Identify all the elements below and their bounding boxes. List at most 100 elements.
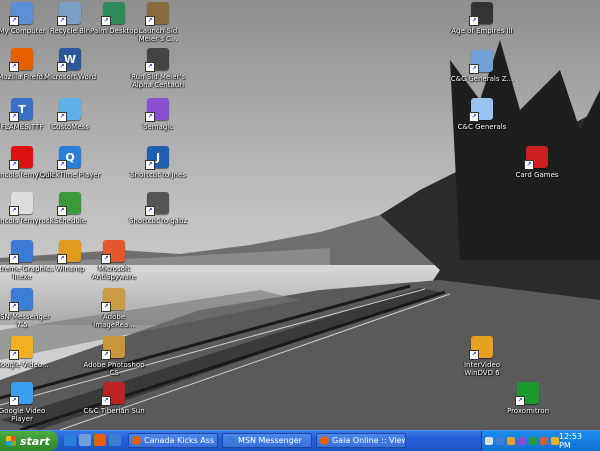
desktop-icon-imageready[interactable]: ↗ Adobe ImageRea... bbox=[82, 288, 146, 329]
taskbar-button-msn-messenger[interactable]: MSN Messenger bbox=[222, 433, 312, 448]
taskbar-button-firefox-canada[interactable]: Canada Kicks Ass - Y... bbox=[128, 433, 218, 448]
clock[interactable]: 12:53 PM bbox=[559, 432, 594, 450]
desktop-icon-label: Card Games bbox=[515, 171, 559, 179]
desktop-icon-age-of-empires[interactable]: ↗ Age of Empires III bbox=[450, 2, 514, 35]
winamp-icon: ↗ bbox=[57, 240, 81, 264]
desktop-icon-label: Winamp bbox=[55, 265, 85, 273]
shortcut-arrow-icon: ↗ bbox=[101, 254, 111, 264]
civ-icon: ↗ bbox=[145, 2, 169, 26]
photoshop-icon: ↗ bbox=[101, 336, 125, 360]
alpha-centauri-icon: ↗ bbox=[145, 48, 169, 72]
desktop-icon-messenger[interactable]: ↗ CustoMess bbox=[38, 98, 102, 131]
tray-app-icon[interactable] bbox=[540, 437, 548, 445]
shortcut-arrow-icon: ↗ bbox=[57, 254, 67, 264]
desktop-icon-semagic[interactable]: ↗ Semagic bbox=[126, 98, 190, 131]
tray-app-icon[interactable] bbox=[529, 437, 537, 445]
tray-app-icon[interactable] bbox=[518, 437, 526, 445]
firefox-icon bbox=[320, 436, 329, 445]
tray-app-icon[interactable] bbox=[507, 437, 515, 445]
desktop-icon-tiberian-sun[interactable]: ↗ C&C Tiberian Sun bbox=[82, 382, 146, 415]
desktop-icon-label: Schedule bbox=[53, 217, 87, 225]
semagic-icon: ↗ bbox=[145, 98, 169, 122]
desktop-icon-card-games[interactable]: ↗ Card Games bbox=[505, 146, 569, 179]
card-games-icon: ↗ bbox=[524, 146, 548, 170]
quicktime-icon: Q ↗ bbox=[57, 146, 81, 170]
desktop-icon-alpha-centauri[interactable]: ↗ Run Sid Meier's Alpha Centauri bbox=[126, 48, 190, 89]
shortcut-arrow-icon: ↗ bbox=[9, 350, 19, 360]
firefox-quicklaunch-icon[interactable] bbox=[94, 434, 106, 446]
word-icon: W ↗ bbox=[57, 48, 81, 72]
google-video-player-icon: ↗ bbox=[9, 382, 33, 406]
desktop-icon-antispyware[interactable]: ↗ Microsoft AntiSpyware bbox=[82, 240, 146, 281]
msn-quicklaunch-icon[interactable] bbox=[109, 434, 121, 446]
shortcut-arrow-icon: ↗ bbox=[9, 254, 19, 264]
desktop-icon-label: Microsoft AntiSpyware bbox=[92, 265, 136, 281]
desktop-icon-label: Google Video... bbox=[0, 361, 49, 369]
shortcut-arrow-icon: ↗ bbox=[57, 160, 67, 170]
tiberian-sun-icon: ↗ bbox=[101, 382, 125, 406]
text-file-icon: ↗ bbox=[9, 192, 33, 216]
start-button[interactable]: start bbox=[0, 431, 58, 451]
desktop-icon-label: MSN Messenger 7.5 bbox=[0, 313, 50, 329]
taskbar-button-label: Gaia Online :: View F... bbox=[332, 436, 405, 445]
shortcut-arrow-icon: ↗ bbox=[9, 62, 19, 72]
tray-arrow-icon[interactable] bbox=[485, 437, 493, 445]
antispyware-icon: ↗ bbox=[101, 240, 125, 264]
shortcut-arrow-icon: ↗ bbox=[145, 112, 155, 122]
system-tray: 12:53 PM bbox=[481, 431, 600, 451]
desktop-icon-google-video-player[interactable]: ↗ Google Video Player bbox=[0, 382, 54, 423]
desktop-icon-schedule[interactable]: ↗ Schedule bbox=[38, 192, 102, 225]
shortcut-arrow-icon: ↗ bbox=[145, 16, 155, 26]
start-label: start bbox=[20, 434, 50, 448]
desktop-icon-generals[interactable]: ↗ C&C Generals bbox=[450, 98, 514, 131]
age-of-empires-icon: ↗ bbox=[469, 2, 493, 26]
desktop-icon-label: Adobe Photoshop CS bbox=[83, 361, 145, 377]
shortcut-arrow-icon: ↗ bbox=[145, 206, 155, 216]
tray-volume-icon[interactable] bbox=[551, 437, 559, 445]
shortcut-arrow-icon: ↗ bbox=[9, 112, 19, 122]
firefox-icon bbox=[132, 436, 141, 445]
shortcut-arrow-icon: ↗ bbox=[101, 16, 111, 26]
desktop-icon-label: C&C Generals bbox=[457, 123, 507, 131]
shortcut-arrow-icon: ↗ bbox=[524, 160, 534, 170]
desktop-icon-pen[interactable]: ↗ Shortcut to gabz bbox=[126, 192, 190, 225]
desktop-icon-label: Google Video Player bbox=[0, 407, 46, 423]
desktop-icon-msn[interactable]: ↗MSN Messenger 7.5 bbox=[0, 288, 54, 329]
desktop-icon-quicktime[interactable]: Q ↗ QuickTime Player bbox=[38, 146, 102, 179]
desktop-icon-label: Shortcut to gabz bbox=[128, 217, 188, 225]
desktop-icon-label: Adobe ImageRea... bbox=[93, 313, 135, 329]
desktop-icon-word[interactable]: W ↗ Microsoft Word bbox=[38, 48, 102, 81]
taskbar-button-label: Canada Kicks Ass - Y... bbox=[144, 436, 217, 445]
desktop-icon-civ[interactable]: ↗ Launch Sid Meier's C... bbox=[126, 2, 190, 43]
taskbar-button-label: MSN Messenger bbox=[238, 436, 302, 445]
desktop-icon-photoshop[interactable]: ↗ Adobe Photoshop CS bbox=[82, 336, 146, 377]
msn-icon bbox=[226, 436, 235, 445]
desktop-icon-label: Launch Sid Meier's C... bbox=[138, 27, 178, 43]
desktop-icon-proxomitron[interactable]: ↗ Proxomitron bbox=[496, 382, 560, 415]
shortcut-arrow-icon: ↗ bbox=[101, 302, 111, 312]
desktop-icon-google-video[interactable]: ↗ Google Video... bbox=[0, 336, 54, 369]
tray-msn-icon[interactable] bbox=[496, 437, 504, 445]
desktop-icon-label: Run Sid Meier's Alpha Centauri bbox=[131, 73, 185, 89]
show-desktop-icon[interactable] bbox=[79, 434, 91, 446]
shortcut-arrow-icon: ↗ bbox=[469, 112, 479, 122]
proxomitron-icon: ↗ bbox=[515, 382, 539, 406]
desktop-icon-label: Proxomitron bbox=[506, 407, 550, 415]
desktop-icon-generals-zh[interactable]: ↗ C&C Generals Z... bbox=[450, 50, 514, 83]
shortcut-arrow-icon: ↗ bbox=[9, 160, 19, 170]
desktop[interactable]: ↗ My Computer ↗ Recycle Bin ↗ Palm Desktop ↗ La… bbox=[0, 0, 600, 430]
generals-icon: ↗ bbox=[469, 98, 493, 122]
shortcut-arrow-icon: ↗ bbox=[101, 396, 111, 406]
desktop-icon-jnes[interactable]: J ↗ Shortcut to Jnes bbox=[126, 146, 190, 179]
shortcut-arrow-icon: ↗ bbox=[515, 396, 525, 406]
desktop-icon-windvd[interactable]: ↗ InterVideo WinDVD 6 bbox=[450, 336, 514, 377]
taskbar-button-firefox-gaia[interactable]: Gaia Online :: View F... bbox=[316, 433, 406, 448]
ie-icon[interactable] bbox=[64, 434, 76, 446]
shortcut-arrow-icon: ↗ bbox=[57, 62, 67, 72]
shortcut-arrow-icon: ↗ bbox=[145, 62, 155, 72]
firefox-icon: ↗ bbox=[9, 48, 33, 72]
msn-icon: ↗ bbox=[9, 288, 33, 312]
windows-logo-icon bbox=[6, 436, 16, 446]
desktop-icon-label: CustoMess bbox=[51, 123, 89, 131]
shortcut-arrow-icon: ↗ bbox=[9, 302, 19, 312]
